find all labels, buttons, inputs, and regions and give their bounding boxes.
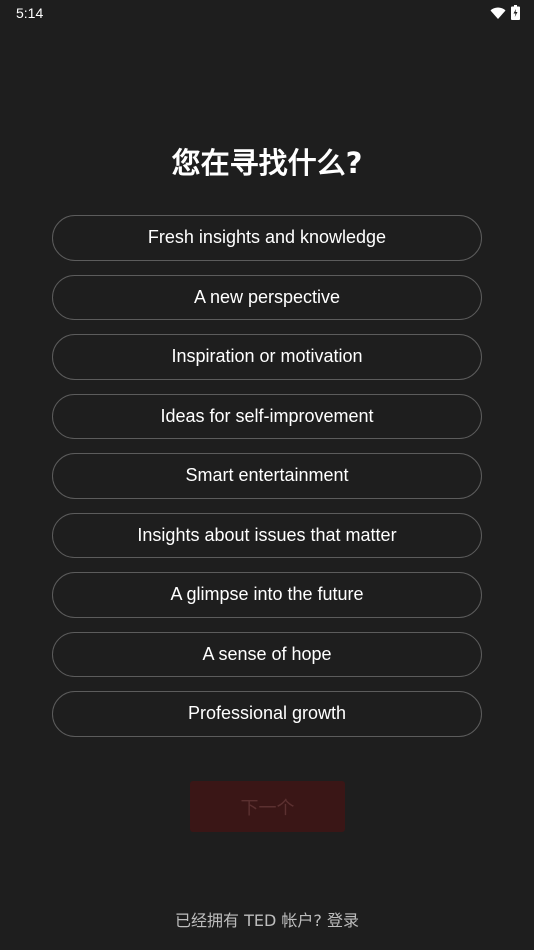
login-prompt[interactable]: 已经拥有 TED 帐户? 登录: [0, 907, 534, 931]
page-title: 您在寻找什么?: [171, 146, 363, 180]
status-icons: [490, 5, 520, 20]
option-button-issues-that-matter[interactable]: Insights about issues that matter: [52, 512, 482, 558]
option-button-glimpse-future[interactable]: A glimpse into the future: [52, 572, 482, 618]
option-button-smart-entertainment[interactable]: Smart entertainment: [52, 453, 482, 499]
option-button-sense-of-hope[interactable]: A sense of hope: [52, 631, 482, 677]
option-button-new-perspective[interactable]: A new perspective: [52, 274, 482, 320]
next-button[interactable]: 下一个: [190, 781, 345, 832]
option-button-inspiration[interactable]: Inspiration or motivation: [52, 334, 482, 380]
option-button-fresh-insights[interactable]: Fresh insights and knowledge: [52, 215, 482, 261]
option-button-self-improvement[interactable]: Ideas for self-improvement: [52, 393, 482, 439]
wifi-icon: [490, 7, 506, 19]
status-time: 5:14: [16, 5, 44, 21]
status-bar: 5:14: [0, 0, 534, 28]
battery-icon: [511, 5, 520, 20]
options-list: Fresh insights and knowledge A new persp…: [52, 215, 482, 737]
option-button-professional-growth[interactable]: Professional growth: [52, 691, 482, 737]
